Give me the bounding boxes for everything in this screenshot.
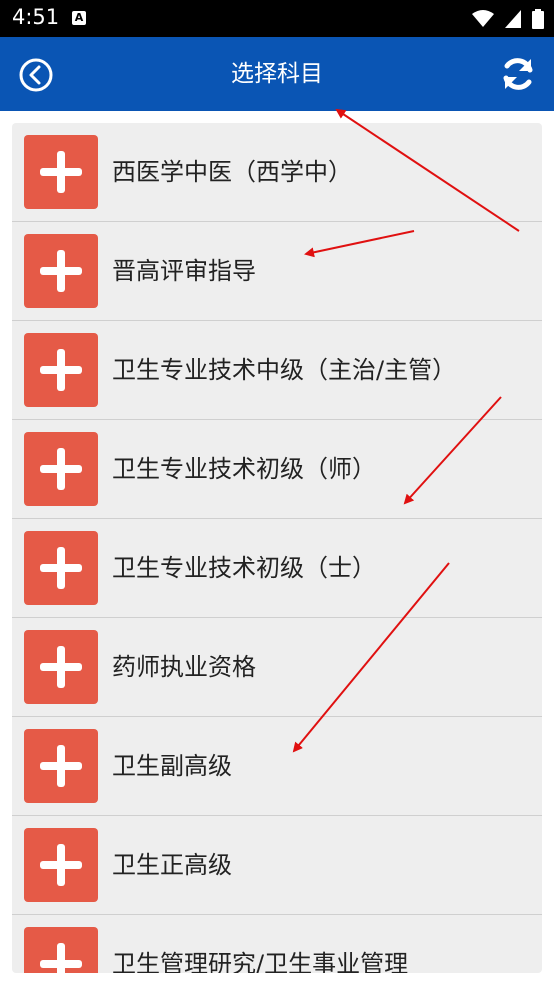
app-bar: 选择科目 [0, 37, 554, 111]
subject-label: 卫生管理研究/卫生事业管理 [112, 950, 409, 973]
plus-icon [24, 828, 98, 902]
plus-icon [24, 630, 98, 704]
status-bar: 4:51 A [0, 0, 554, 37]
back-button[interactable] [18, 57, 54, 93]
back-circle-icon [19, 58, 53, 92]
status-icons [466, 8, 544, 30]
subject-item[interactable]: 西医学中医（西学中） [12, 123, 542, 222]
plus-icon [24, 729, 98, 803]
subject-label: 晋高评审指导 [112, 257, 256, 285]
subject-item[interactable]: 卫生正高级 [12, 816, 542, 915]
refresh-icon [503, 58, 533, 90]
notification-a-icon: A [72, 11, 86, 25]
plus-icon [24, 333, 98, 407]
subject-item[interactable]: 卫生专业技术初级（士） [12, 519, 542, 618]
subject-label: 西医学中医（西学中） [112, 158, 352, 186]
battery-icon [532, 8, 544, 29]
wifi-icon [471, 9, 494, 27]
plus-icon [24, 234, 98, 308]
subject-label: 卫生副高级 [112, 752, 232, 780]
status-time: 4:51 [12, 5, 60, 29]
subject-label: 卫生专业技术初级（士） [112, 554, 376, 582]
subject-item[interactable]: 卫生专业技术中级（主治/主管） [12, 321, 542, 420]
subject-item[interactable]: 药师执业资格 [12, 618, 542, 717]
subject-label: 卫生专业技术中级（主治/主管） [112, 356, 457, 384]
plus-icon [24, 531, 98, 605]
subject-item[interactable]: 卫生管理研究/卫生事业管理 [12, 915, 542, 973]
subject-label: 卫生正高级 [112, 851, 232, 879]
content-area: 西医学中医（西学中） 晋高评审指导 卫生专业技术中级（主治/主管） 卫生专业技术… [0, 111, 554, 984]
subject-item[interactable]: 卫生副高级 [12, 717, 542, 816]
refresh-button[interactable] [498, 54, 538, 94]
subject-list: 西医学中医（西学中） 晋高评审指导 卫生专业技术中级（主治/主管） 卫生专业技术… [12, 123, 542, 973]
signal-icon [504, 9, 521, 28]
plus-icon [24, 927, 98, 973]
plus-icon [24, 432, 98, 506]
subject-label: 卫生专业技术初级（师） [112, 455, 376, 483]
page-title: 选择科目 [231, 61, 323, 87]
subject-item[interactable]: 卫生专业技术初级（师） [12, 420, 542, 519]
subject-label: 药师执业资格 [112, 653, 256, 681]
plus-icon [24, 135, 98, 209]
subject-item[interactable]: 晋高评审指导 [12, 222, 542, 321]
